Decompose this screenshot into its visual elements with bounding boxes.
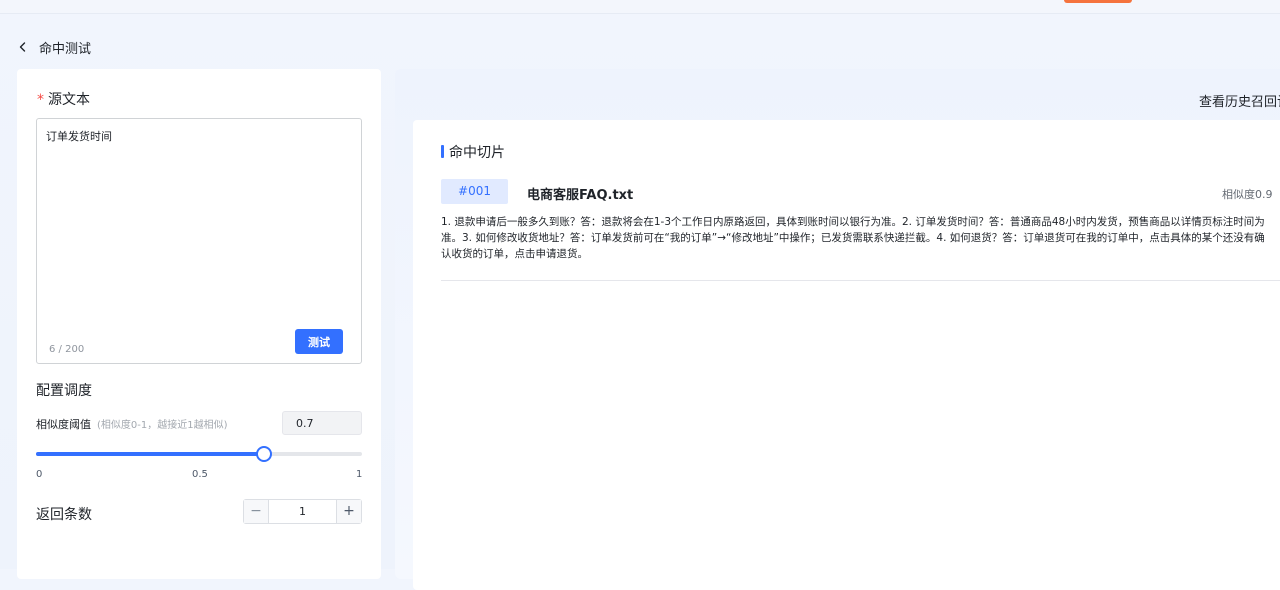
return-count-label: 返回条数 <box>36 507 92 523</box>
source-text-label: * 源文本 <box>37 89 90 109</box>
divider <box>441 280 1280 281</box>
increment-button[interactable]: + <box>336 500 361 523</box>
hit-chunks-title: 命中切片 <box>449 145 505 161</box>
slider-tick-mid: 0.5 <box>192 469 208 480</box>
threshold-row: 相似度阈值 (相似度0-1，越接近1越相似) <box>36 411 362 435</box>
left-panel: * 源文本 订单发货时间 6 / 200 测试 配置调度 相似度阈值 (相似度0-… <box>17 69 381 579</box>
results-panel: 查看历史召回记录 命中切片 #001 电商客服FAQ.txt 相似度0.9 1.… <box>395 69 1280 590</box>
chunk-file-name[interactable]: 电商客服FAQ.txt <box>527 184 633 203</box>
chunk-id-badge: #001 <box>441 179 508 204</box>
return-count-stepper: − 1 + <box>243 499 362 524</box>
top-bar <box>0 0 1280 14</box>
source-text-input[interactable]: 订单发货时间 <box>46 128 352 318</box>
hit-chunks-card: 命中切片 #001 电商客服FAQ.txt 相似度0.9 1. 退款申请后一般多… <box>413 120 1280 590</box>
slider-fill <box>36 452 264 456</box>
chunk-similarity: 相似度0.9 <box>1222 188 1273 201</box>
test-button[interactable]: 测试 <box>295 329 343 354</box>
top-accent-button[interactable] <box>1064 0 1132 3</box>
return-count-value[interactable]: 1 <box>269 500 336 523</box>
chevron-left-icon[interactable] <box>17 41 29 53</box>
source-text-box: 订单发货时间 6 / 200 测试 <box>36 118 362 364</box>
slider-tick-max: 1 <box>356 469 363 480</box>
char-count: 6 / 200 <box>49 344 85 355</box>
threshold-hint: (相似度0-1，越接近1越相似) <box>97 420 228 431</box>
required-mark: * <box>37 92 44 108</box>
slider-tick-min: 0 <box>36 469 43 480</box>
title-accent-bar <box>441 145 444 158</box>
chunk-content: 1. 退款申请后一般多久到账？答：退款将会在1-3个工作日内原路返回，具体到账时… <box>441 216 1265 260</box>
threshold-slider[interactable] <box>36 445 362 463</box>
config-title: 配置调度 <box>36 383 92 399</box>
threshold-input[interactable] <box>282 411 362 435</box>
threshold-label: 相似度阈值 <box>36 418 91 431</box>
decrement-button[interactable]: − <box>244 500 269 523</box>
history-recall-link[interactable]: 查看历史召回记录 <box>1199 91 1280 110</box>
source-text-title: 源文本 <box>48 92 90 108</box>
page-title: 命中测试 <box>39 41 92 57</box>
breadcrumb[interactable]: 命中测试 <box>17 38 92 57</box>
slider-handle[interactable] <box>256 446 272 462</box>
